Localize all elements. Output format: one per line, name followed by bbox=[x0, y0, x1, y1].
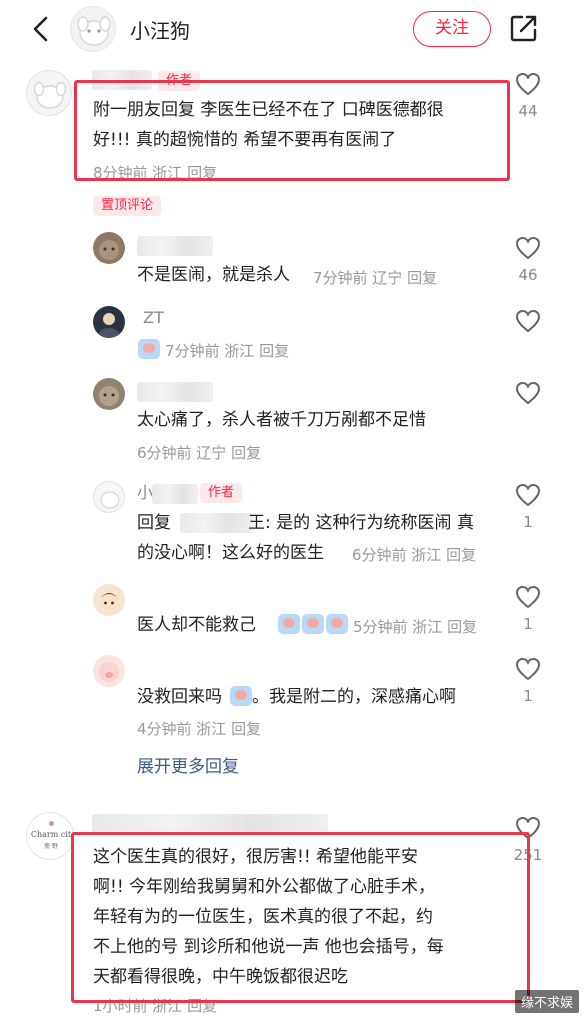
commenter-avatar[interactable]: Charm cit 瘦·野 bbox=[26, 812, 74, 860]
person-avatar-icon bbox=[98, 313, 120, 338]
commenter-avatar[interactable] bbox=[26, 70, 72, 116]
author-tag: 作者 bbox=[200, 483, 243, 503]
reply-username[interactable]: ZT bbox=[143, 303, 164, 333]
like-heart-icon[interactable] bbox=[515, 657, 541, 681]
like-heart-icon[interactable] bbox=[515, 585, 541, 609]
crying-sticker-icon bbox=[302, 614, 324, 634]
crying-sticker-icon bbox=[278, 614, 300, 634]
reply-text: 太心痛了，杀人者被千刀万剐都不足惜 bbox=[137, 410, 426, 430]
reply-meta[interactable]: 7分钟前 浙江 回复 bbox=[165, 340, 289, 361]
like-count: 1 bbox=[523, 615, 533, 633]
dog-avatar-icon bbox=[77, 16, 111, 46]
reply-text: 的没心啊！这么好的医生 bbox=[137, 543, 324, 563]
brand-logo-dot bbox=[49, 821, 54, 826]
reply-avatar[interactable] bbox=[93, 378, 125, 410]
highlight-box bbox=[74, 80, 510, 181]
author-name[interactable]: 小汪狗 bbox=[130, 15, 190, 44]
reply-avatar[interactable] bbox=[93, 306, 125, 338]
cartoon-girl-avatar-icon bbox=[99, 593, 119, 611]
blurred-username bbox=[152, 484, 198, 504]
reply-text: 没救回来吗 bbox=[137, 687, 222, 707]
reply-meta[interactable]: 4分钟前 浙江 回复 bbox=[137, 718, 261, 739]
top-bar: 小汪狗 关注 bbox=[0, 0, 587, 62]
pig-avatar-icon bbox=[99, 662, 119, 682]
blurred-username bbox=[137, 236, 213, 256]
follow-button[interactable]: 关注 bbox=[413, 11, 491, 47]
blurred-username bbox=[92, 814, 328, 834]
reply-text: 。我是附二的，深感痛心啊 bbox=[252, 687, 456, 707]
like-heart-icon[interactable] bbox=[515, 236, 541, 260]
reply-avatar[interactable] bbox=[93, 584, 125, 616]
blurred-mention bbox=[180, 513, 254, 533]
reply-avatar[interactable] bbox=[93, 232, 125, 264]
reply-meta[interactable]: 6分钟前 辽宁 回复 bbox=[137, 442, 261, 463]
blurred-username bbox=[137, 382, 213, 402]
like-heart-icon[interactable] bbox=[515, 72, 541, 96]
reply-text: 不是医闹，就是杀人 bbox=[137, 265, 290, 285]
brand-logo-text: Charm cit bbox=[30, 830, 72, 839]
cat-avatar-icon bbox=[99, 386, 119, 406]
watermark-text: 缘不求娱 bbox=[514, 990, 579, 1013]
reply-text: 王: 是的 这种行为统称医闹 真 bbox=[248, 513, 474, 533]
reply-avatar[interactable] bbox=[93, 655, 125, 687]
reply-text: 回复 bbox=[137, 513, 171, 533]
dog-avatar-icon bbox=[100, 491, 120, 509]
reply-meta[interactable]: 5分钟前 浙江 回复 bbox=[353, 616, 477, 637]
like-count: 44 bbox=[518, 102, 538, 120]
like-heart-icon[interactable] bbox=[515, 309, 541, 333]
reply-meta[interactable]: 6分钟前 浙江 回复 bbox=[352, 544, 476, 565]
like-count: 1 bbox=[523, 687, 533, 705]
like-count: 46 bbox=[518, 266, 538, 284]
highlight-box bbox=[71, 832, 530, 1003]
cat-avatar-icon bbox=[99, 240, 119, 260]
back-arrow-icon[interactable] bbox=[26, 14, 56, 44]
reply-meta[interactable]: 7分钟前 辽宁 回复 bbox=[313, 267, 437, 288]
reply-avatar[interactable] bbox=[93, 481, 125, 513]
author-avatar[interactable] bbox=[70, 6, 116, 52]
crying-sticker-icon bbox=[138, 339, 160, 359]
like-heart-icon[interactable] bbox=[515, 483, 541, 507]
crying-sticker-icon bbox=[326, 614, 348, 634]
brand-logo-subtext: 瘦·野 bbox=[44, 843, 58, 850]
reply-text: 医人却不能救己 bbox=[137, 615, 256, 635]
like-heart-icon[interactable] bbox=[515, 381, 541, 405]
crying-sticker-icon bbox=[230, 686, 252, 706]
pinned-comment-tag: 置顶评论 bbox=[93, 196, 162, 216]
reply-username[interactable]: 小 bbox=[137, 478, 153, 508]
show-more-replies-link[interactable]: 展开更多回复 bbox=[137, 752, 239, 777]
like-count: 1 bbox=[523, 513, 533, 531]
share-icon[interactable] bbox=[508, 12, 540, 44]
dog-avatar-icon bbox=[33, 81, 67, 109]
